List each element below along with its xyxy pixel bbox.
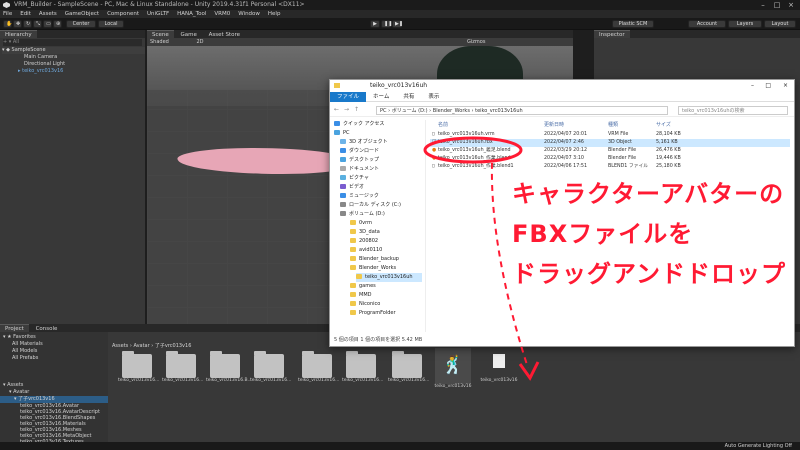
annotation-line-1: キャラクターアバターの: [512, 180, 785, 208]
annotation-line-3: ドラッグアンドドロップ: [512, 260, 787, 288]
drag-arrow-head: [518, 361, 540, 381]
annotation-line-2: FBXファイルを: [512, 220, 694, 248]
highlight-circle: [423, 136, 523, 164]
annotation-text: キャラクターアバターの FBXファイルを ドラッグアンドドロップ: [512, 174, 800, 304]
